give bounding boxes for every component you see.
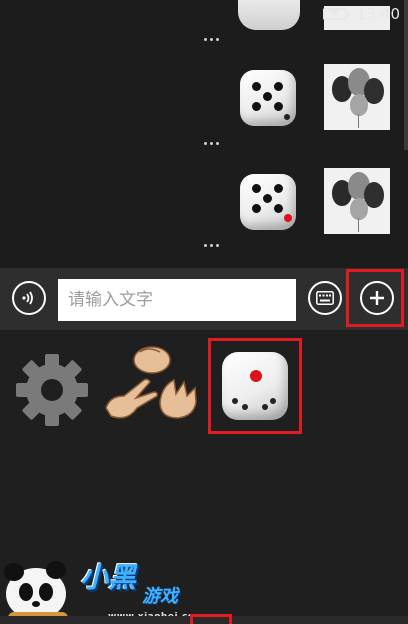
keyboard-button[interactable] xyxy=(308,281,342,315)
watermark-brand: 小黑 xyxy=(80,561,137,594)
message-more-icon[interactable] xyxy=(204,244,224,250)
scrollbar[interactable] xyxy=(404,0,408,150)
voice-icon xyxy=(22,291,33,305)
avatar[interactable] xyxy=(324,168,390,234)
dice-message xyxy=(240,174,296,230)
message-more-icon[interactable] xyxy=(204,38,224,44)
panel-tab-highlight xyxy=(190,614,232,624)
message-more-icon[interactable] xyxy=(204,142,224,148)
battery-heart-icon: ♥ xyxy=(322,8,350,20)
status-time: 13:40 xyxy=(356,5,400,23)
voice-button[interactable] xyxy=(12,281,46,315)
chat-area: ♥ 13:40 xyxy=(0,0,408,268)
dice-message xyxy=(240,70,296,126)
keyboard-icon xyxy=(316,291,334,305)
dice-highlight xyxy=(208,338,302,434)
add-button-highlight xyxy=(346,269,404,327)
message-input[interactable] xyxy=(58,279,296,321)
gear-icon[interactable] xyxy=(14,352,90,428)
status-bar: ♥ 13:40 xyxy=(322,4,400,24)
avatar[interactable] xyxy=(324,64,390,130)
dice-message-partial xyxy=(238,0,300,30)
hand-gesture-icon[interactable] xyxy=(100,342,204,432)
watermark-brand-sub: 游戏 xyxy=(142,586,178,607)
